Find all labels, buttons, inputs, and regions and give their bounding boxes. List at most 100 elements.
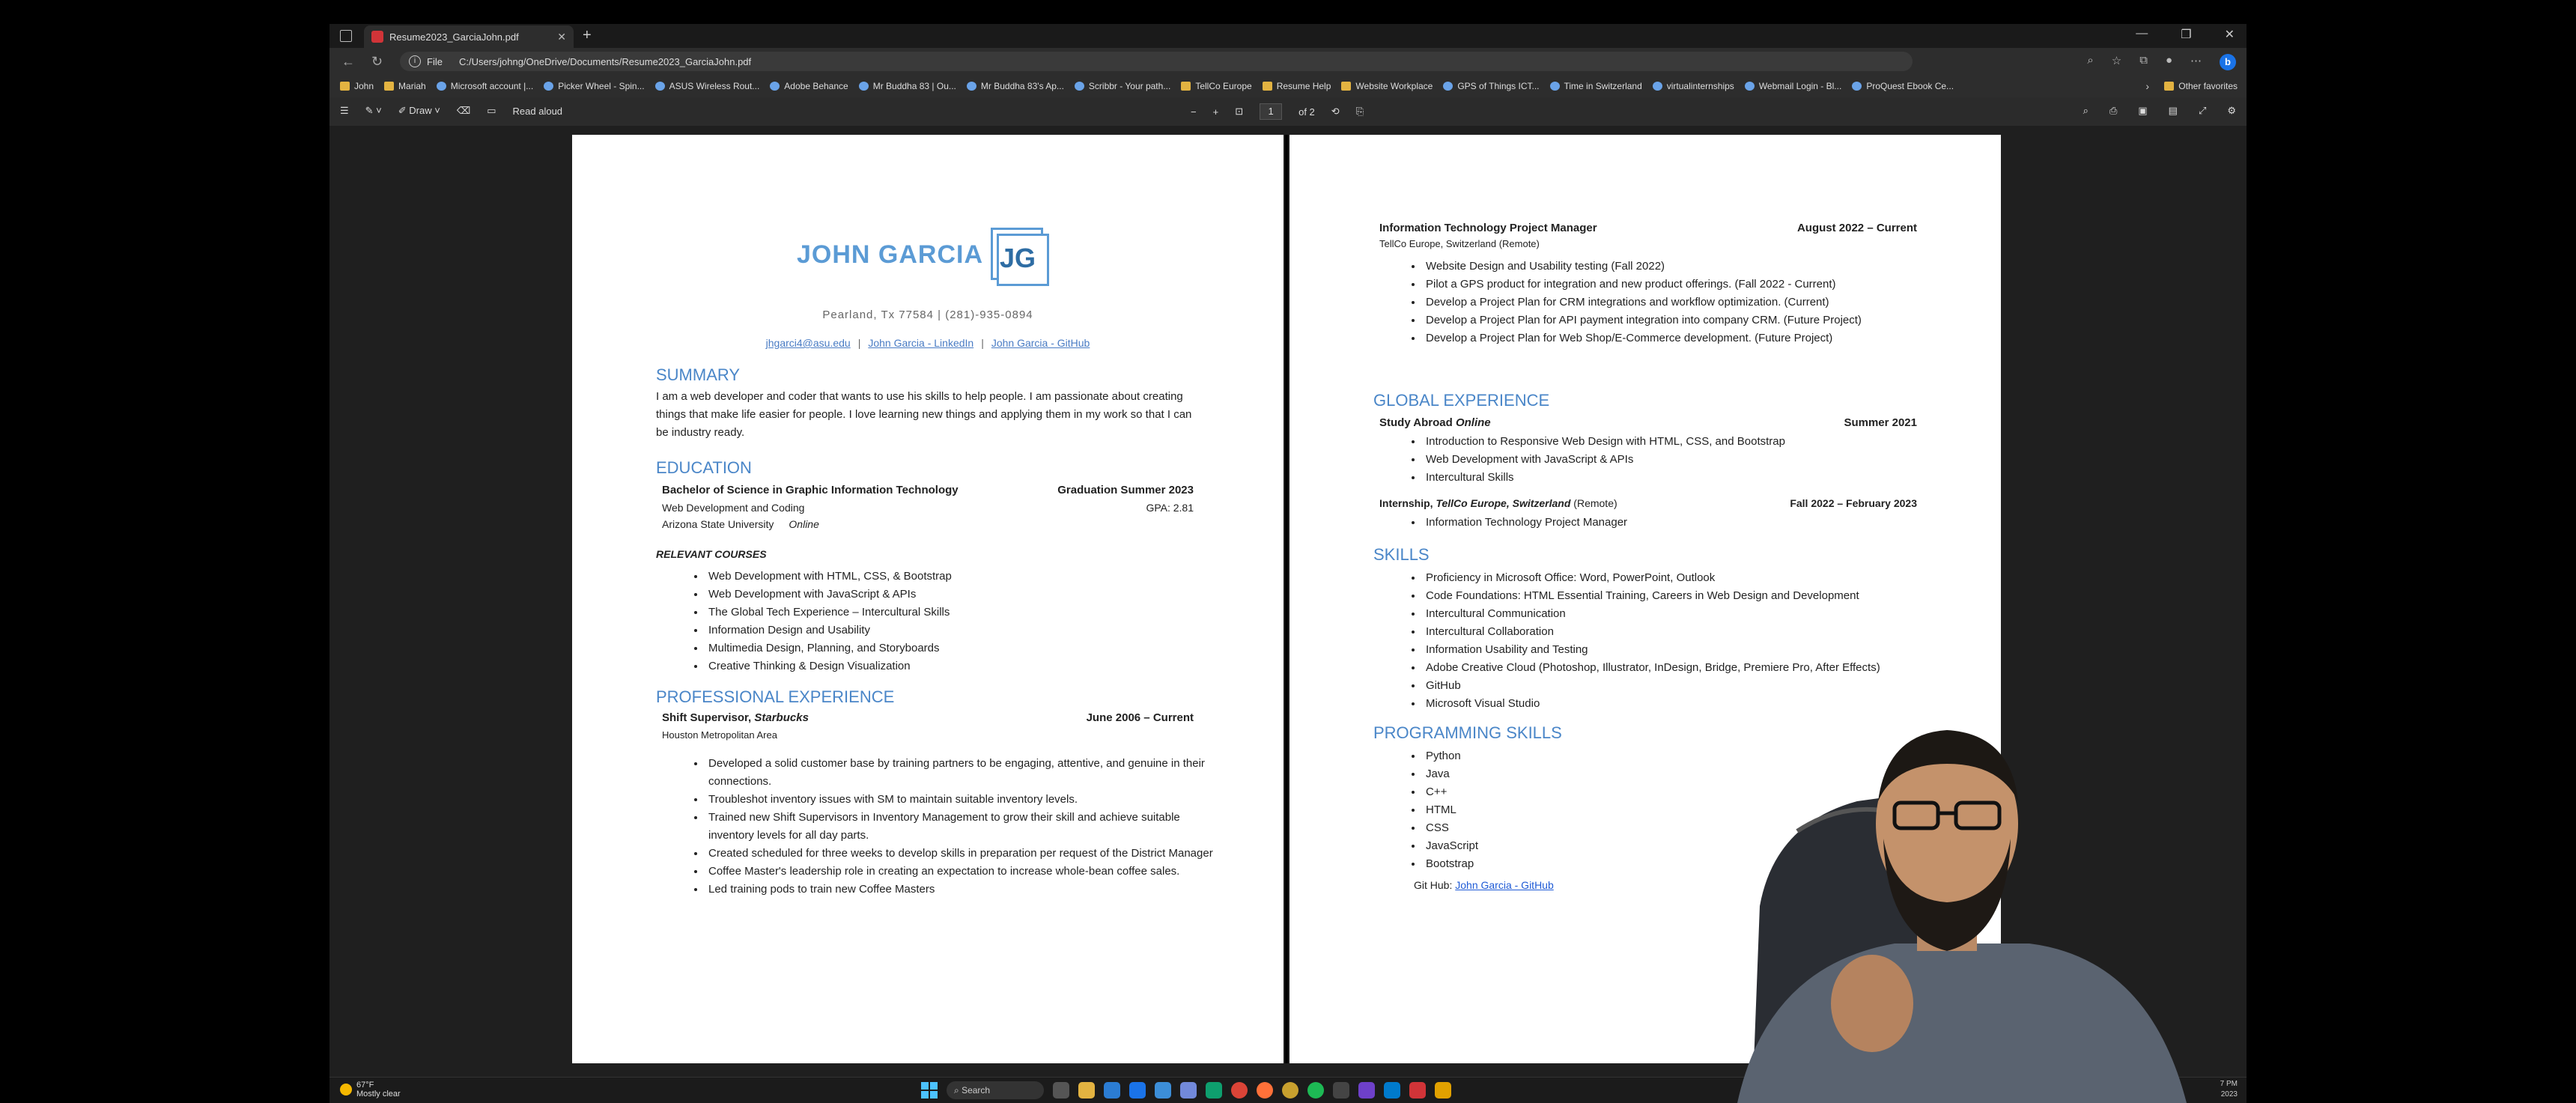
list-item: Develop a Project Plan for API payment i… — [1423, 312, 1992, 329]
favorite-item[interactable]: GPS of Things ICT... — [1443, 81, 1540, 91]
print-icon[interactable]: ⎙ — [2109, 105, 2117, 117]
store-icon[interactable] — [1155, 1082, 1171, 1099]
mail-icon[interactable] — [1104, 1082, 1120, 1099]
favorite-item[interactable]: Microsoft account |... — [436, 81, 533, 91]
favorite-item[interactable]: virtualinternships — [1652, 81, 1734, 91]
github-link[interactable]: John Garcia - GitHub — [991, 337, 1090, 349]
start-icon[interactable] — [921, 1082, 938, 1099]
list-item: The Global Tech Experience – Intercultur… — [705, 604, 1230, 622]
acrobat-icon[interactable] — [1409, 1082, 1426, 1099]
favorite-label: ASUS Wireless Rout... — [669, 81, 760, 91]
profile-icon[interactable]: ● — [2166, 54, 2172, 70]
favorite-icon[interactable]: ☆ — [2112, 54, 2121, 70]
browser-tab[interactable]: Resume2023_GarciaJohn.pdf ✕ — [364, 25, 574, 48]
app-icon[interactable] — [1282, 1082, 1298, 1099]
email-link[interactable]: jhgarci4@asu.edu — [766, 337, 851, 349]
global-heading: GLOBAL EXPERIENCE — [1373, 391, 1550, 410]
name-logo: JOHN GARCIA JG — [797, 228, 1050, 286]
new-tab-icon[interactable]: + — [583, 27, 592, 44]
skills-list: Proficiency in Microsoft Office: Word, P… — [1408, 569, 2007, 713]
minimize-icon[interactable]: — — [2136, 27, 2148, 42]
tab-title: Resume2023_GarciaJohn.pdf — [389, 31, 519, 43]
page-number-input[interactable]: 1 — [1260, 103, 1283, 120]
other-favorites[interactable]: Other favorites — [2164, 81, 2238, 91]
favorite-item[interactable]: Mariah — [384, 81, 426, 91]
settings-icon[interactable]: ⚙ — [2227, 105, 2236, 117]
folder-icon — [340, 82, 350, 91]
contents-icon[interactable]: ☰ — [340, 105, 349, 117]
address-bar[interactable]: i File C:/Users/johng/OneDrive/Documents… — [400, 52, 1913, 71]
taskbar-search[interactable]: ⌕ Search — [947, 1081, 1044, 1099]
chrome-icon[interactable] — [1231, 1082, 1248, 1099]
job-title: Shift Supervisor, — [662, 711, 752, 724]
intern-line: Internship, TellCo Europe, Switzerland (… — [1379, 497, 1617, 509]
linkedin-link[interactable]: John Garcia - LinkedIn — [868, 337, 973, 349]
weather-widget[interactable]: 67°F Mostly clear — [340, 1081, 401, 1099]
search-icon[interactable]: ⌕ — [2083, 105, 2089, 117]
favorite-item[interactable]: Time in Switzerland — [1549, 81, 1642, 91]
chevron-right-icon[interactable]: › — [2145, 80, 2149, 92]
fullscreen-icon[interactable]: ⤢ — [2199, 105, 2206, 117]
file-explorer-icon[interactable] — [1078, 1082, 1095, 1099]
site-icon — [1549, 82, 1560, 91]
fit-page-icon[interactable]: ⊡ — [1235, 106, 1243, 118]
rotate-icon[interactable]: ⟲ — [1331, 106, 1340, 118]
bing-icon[interactable]: b — [2220, 54, 2236, 70]
favorite-item[interactable]: Website Workplace — [1341, 81, 1433, 91]
draw-button[interactable]: ✐ Draw ˅ — [398, 105, 440, 117]
favorite-item[interactable]: John — [340, 81, 374, 91]
page-view-icon[interactable]: ⎘ — [1356, 106, 1364, 118]
close-window-icon[interactable]: ✕ — [2225, 27, 2235, 42]
vscode-icon[interactable] — [1384, 1082, 1400, 1099]
edge-icon[interactable] — [1206, 1082, 1222, 1099]
favorite-item[interactable]: ProQuest Ebook Ce... — [1852, 81, 1954, 91]
favorite-item[interactable]: TellCo Europe — [1181, 81, 1252, 91]
spotify-icon[interactable] — [1307, 1082, 1324, 1099]
highlight-icon[interactable]: ✎ ˅ — [365, 105, 382, 117]
maximize-icon[interactable]: ❐ — [2181, 27, 2191, 42]
read-aloud-button[interactable]: Read aloud — [513, 106, 563, 117]
itpm-location: TellCo Europe, Switzerland (Remote) — [1379, 238, 1540, 249]
chrome-canary-icon[interactable] — [1435, 1082, 1451, 1099]
list-item: Information Technology Project Manager — [1423, 514, 1992, 532]
back-icon[interactable]: ← — [341, 54, 355, 70]
favorite-label: GPS of Things ICT... — [1457, 81, 1540, 91]
favorite-item[interactable]: Resume Help — [1262, 81, 1331, 91]
concentration: Web Development and Coding — [662, 502, 805, 514]
zoom-in-icon[interactable]: + — [1213, 106, 1219, 118]
favorite-item[interactable]: Scribbr - Your path... — [1074, 81, 1170, 91]
favorite-item[interactable]: Adobe Behance — [770, 81, 848, 91]
zoom-out-icon[interactable]: − — [1191, 106, 1197, 118]
collections-icon[interactable]: ⧉ — [2139, 54, 2148, 70]
favorite-item[interactable]: ASUS Wireless Rout... — [654, 81, 760, 91]
refresh-icon[interactable]: ↻ — [371, 54, 383, 70]
logo-initials: JG — [1000, 243, 1036, 273]
weather-temp: 67°F — [356, 1081, 374, 1090]
folder-icon — [1341, 82, 1352, 91]
favorite-item[interactable]: Mr Buddha 83 | Ou... — [858, 81, 956, 91]
favorite-item[interactable]: Mr Buddha 83's Ap... — [966, 81, 1064, 91]
favorite-label: Mariah — [398, 81, 426, 91]
favorite-item[interactable]: Webmail Login - Bl... — [1744, 81, 1841, 91]
save-icon[interactable]: ▣ — [2138, 105, 2147, 117]
firefox-icon[interactable] — [1257, 1082, 1273, 1099]
view-icon[interactable]: ▭ — [487, 105, 496, 117]
task-view-icon[interactable] — [1053, 1082, 1069, 1099]
summary-text: I am a web developer and coder that want… — [656, 390, 1192, 439]
save-as-icon[interactable]: ▤ — [2169, 105, 2178, 117]
terminal-icon[interactable] — [1333, 1082, 1349, 1099]
zoom-icon[interactable]: ⌕ — [2087, 54, 2093, 70]
erase-icon[interactable]: ⌫ — [457, 105, 470, 117]
more-icon[interactable]: ⋯ — [2190, 54, 2202, 70]
favorite-item[interactable]: Picker Wheel - Spin... — [544, 81, 645, 91]
github-page-link[interactable]: John Garcia - GitHub — [1455, 879, 1554, 891]
discord-icon[interactable] — [1180, 1082, 1197, 1099]
job-title-line: Shift Supervisor, Starbucks — [662, 711, 809, 724]
close-tab-icon[interactable]: ✕ — [557, 31, 566, 43]
list-item: Intercultural Communication — [1423, 605, 2007, 623]
info-icon[interactable]: i — [409, 55, 421, 67]
outlook-icon[interactable] — [1129, 1082, 1146, 1099]
tab-actions-icon[interactable] — [340, 30, 352, 42]
list-item: Proficiency in Microsoft Office: Word, P… — [1423, 569, 2007, 587]
github-desktop-icon[interactable] — [1358, 1082, 1375, 1099]
